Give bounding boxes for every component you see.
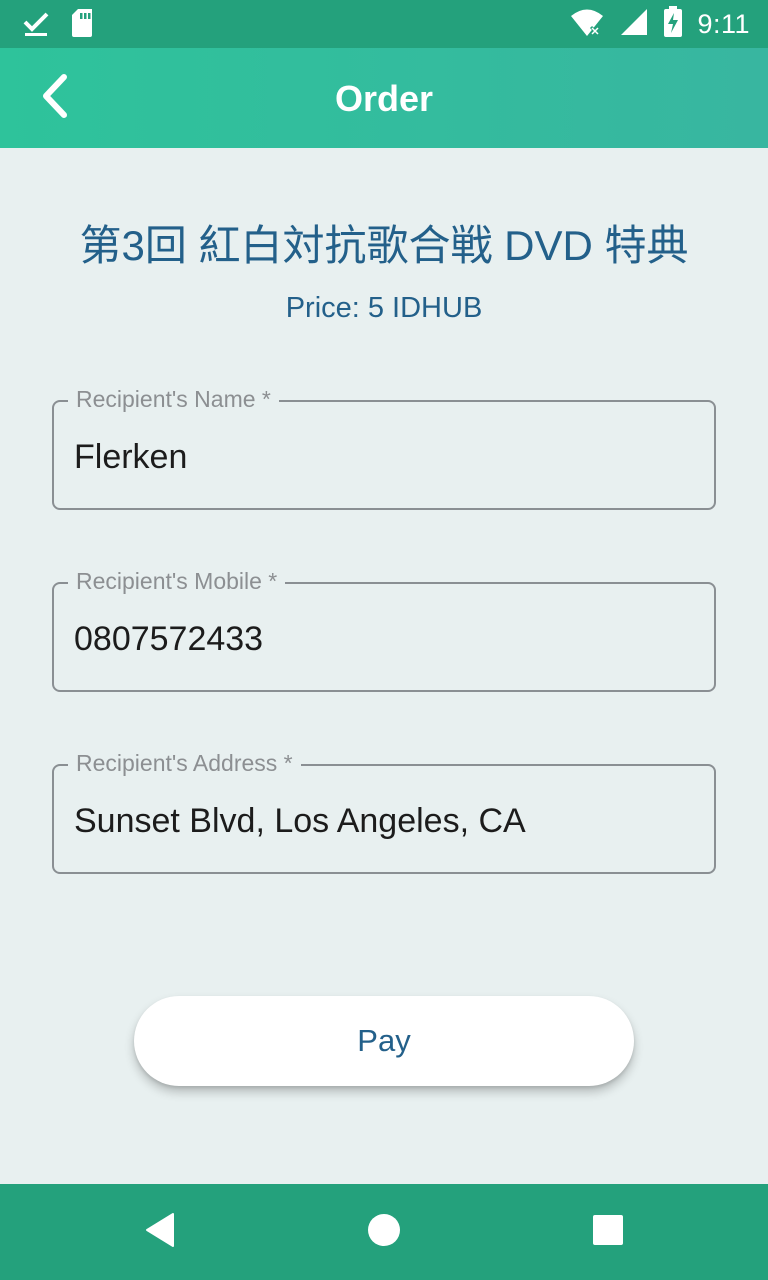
home-circle-icon <box>367 1213 401 1252</box>
product-title: 第3回 紅白対抗歌合戦 DVD 特典 <box>79 222 689 269</box>
page-title: Order <box>334 78 434 119</box>
status-bar: 9:11 <box>0 0 768 48</box>
status-time: 9:11 <box>697 9 750 39</box>
nav-recents-button[interactable] <box>584 1208 632 1256</box>
nav-home-button[interactable] <box>360 1208 408 1256</box>
wifi-off-icon <box>569 7 605 42</box>
sd-card-icon <box>70 8 94 43</box>
recipient-address-field: Recipient's Address * <box>52 750 716 874</box>
recents-square-icon <box>592 1214 624 1251</box>
recipient-mobile-field: Recipient's Mobile * <box>52 568 716 692</box>
recipient-mobile-input[interactable] <box>74 620 694 659</box>
recipient-address-input[interactable] <box>74 802 694 841</box>
app-bar: Order <box>0 48 768 148</box>
download-done-icon <box>22 9 50 42</box>
product-price: Price: 5 IDHUB <box>285 292 483 324</box>
status-bar-left <box>22 8 94 43</box>
signal-icon <box>619 7 649 42</box>
recipient-name-label: Recipient's Name * <box>68 386 279 413</box>
status-bar-right: 9:11 <box>569 6 750 43</box>
recipient-name-input[interactable] <box>74 438 694 477</box>
pay-button[interactable]: Pay <box>134 996 634 1086</box>
nav-back-button[interactable] <box>136 1208 184 1256</box>
back-triangle-icon <box>143 1212 177 1253</box>
recipient-name-field: Recipient's Name * <box>52 386 716 510</box>
system-nav-bar <box>0 1184 768 1280</box>
recipient-mobile-label: Recipient's Mobile * <box>68 568 286 595</box>
recipient-address-label: Recipient's Address * <box>68 750 301 777</box>
battery-charging-icon <box>663 6 683 43</box>
